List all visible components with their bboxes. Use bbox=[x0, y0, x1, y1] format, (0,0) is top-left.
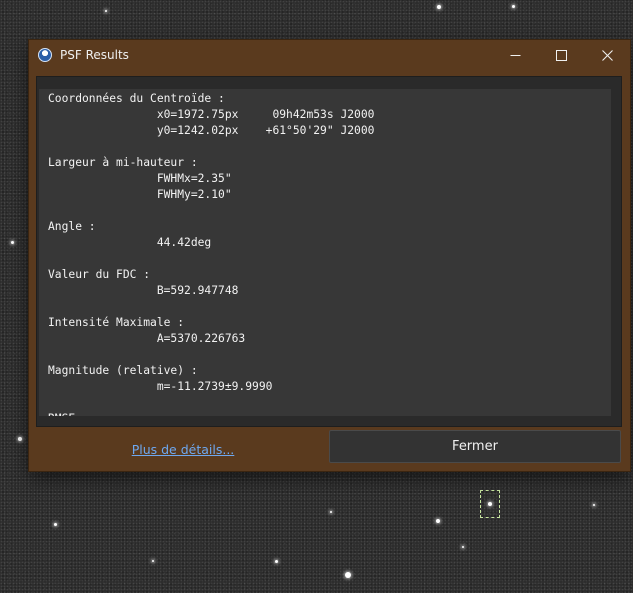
result-line: FWHMy=2.10" bbox=[48, 188, 232, 201]
siril-app-icon bbox=[38, 48, 52, 62]
result-line: B=592.947748 bbox=[48, 284, 239, 297]
result-line: Angle : bbox=[48, 220, 96, 233]
star bbox=[275, 560, 278, 563]
results-text-area[interactable]: Coordonnées du Centroïde : x0=1972.75px … bbox=[39, 89, 611, 416]
star bbox=[345, 572, 351, 578]
maximize-icon bbox=[555, 49, 567, 61]
star bbox=[54, 523, 57, 526]
star bbox=[105, 10, 107, 12]
result-line: Largeur à mi-hauteur : bbox=[48, 156, 198, 169]
result-line: y0=1242.02px +61°50'29" J2000 bbox=[48, 124, 375, 137]
dialog-footer: Plus de détails... Fermer bbox=[29, 427, 630, 471]
psf-results-dialog: PSF Results Coordonnées du Centroïde : x… bbox=[29, 40, 630, 471]
star bbox=[436, 519, 440, 523]
window-title: PSF Results bbox=[60, 48, 129, 62]
star bbox=[593, 504, 595, 506]
selected-star bbox=[488, 502, 492, 506]
close-icon bbox=[601, 49, 613, 61]
star bbox=[152, 560, 154, 562]
minimize-button[interactable] bbox=[492, 40, 538, 70]
star bbox=[512, 5, 515, 8]
result-line: RMSE : bbox=[48, 412, 89, 416]
close-button[interactable] bbox=[584, 40, 630, 70]
result-line: Coordonnées du Centroïde : bbox=[48, 92, 225, 105]
result-line: Intensité Maximale : bbox=[48, 316, 185, 329]
results-text: Coordonnées du Centroïde : x0=1972.75px … bbox=[39, 89, 611, 416]
close-dialog-button[interactable]: Fermer bbox=[329, 430, 621, 463]
star bbox=[330, 511, 332, 513]
results-panel: Coordonnées du Centroïde : x0=1972.75px … bbox=[36, 76, 622, 427]
result-line: 44.42deg bbox=[48, 236, 212, 249]
maximize-button[interactable] bbox=[538, 40, 584, 70]
result-line: FWHMx=2.35" bbox=[48, 172, 232, 185]
star bbox=[462, 546, 464, 548]
result-line: m=-11.2739±9.9990 bbox=[48, 380, 273, 393]
result-line: x0=1972.75px 09h42m53s J2000 bbox=[48, 108, 375, 121]
result-line: Magnitude (relative) : bbox=[48, 364, 198, 377]
star bbox=[18, 437, 22, 441]
result-line: A=5370.226763 bbox=[48, 332, 246, 345]
star bbox=[437, 5, 441, 9]
psf-selection-box[interactable] bbox=[480, 490, 500, 518]
star bbox=[11, 241, 14, 244]
more-details-link[interactable]: Plus de détails... bbox=[29, 427, 337, 471]
minimize-icon bbox=[510, 54, 520, 56]
result-line: Valeur du FDC : bbox=[48, 268, 151, 281]
title-bar[interactable]: PSF Results bbox=[29, 40, 630, 70]
